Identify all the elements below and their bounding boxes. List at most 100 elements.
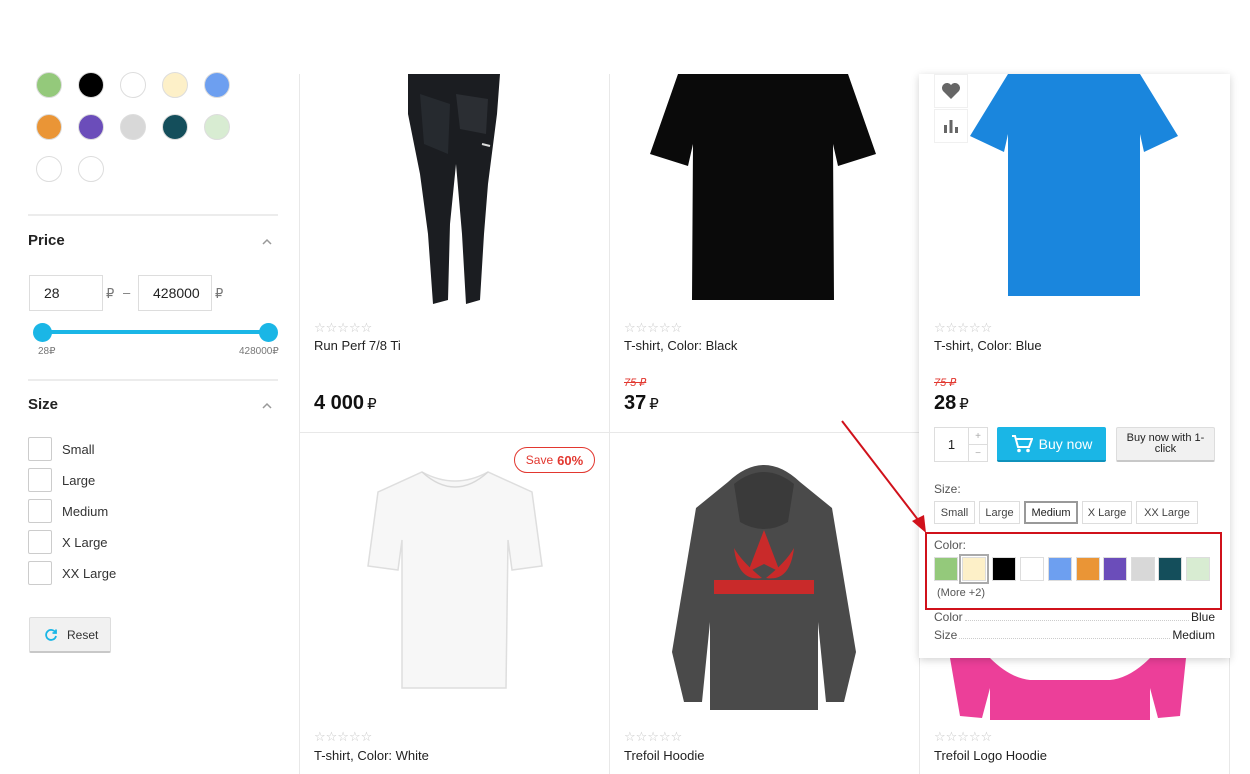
color-swatch[interactable] [36,72,62,98]
color-swatch[interactable] [78,114,104,140]
grid-divider [919,658,920,774]
color-swatch[interactable] [204,114,230,140]
product-name[interactable]: T-shirt, Color: Black [624,338,737,353]
badge-text: Save [525,453,554,467]
product-name[interactable]: T-shirt, Color: White [314,748,429,763]
product-name[interactable]: Trefoil Hoodie [624,748,704,763]
quantity-input[interactable]: 1 [935,428,969,461]
property-name: Size [934,628,958,642]
price-max-input[interactable]: 428000 [138,275,212,311]
price-slider-min-label: 28₽ [38,346,56,357]
compare-button[interactable] [934,109,968,143]
size-chip-medium[interactable]: Medium [1024,501,1078,524]
grid-divider [299,74,300,774]
price-slider-min-handle[interactable] [33,323,52,342]
property-name: Color [934,610,963,624]
size-option-xx-large[interactable]: XX Large [28,561,116,585]
quantity-stepper[interactable]: 1 + − [934,427,988,462]
size-option-large[interactable]: Large [28,468,95,492]
filter-sidebar: Price 28 ₽ – 428000 ₽ 28₽ 428000₽ Size S… [28,0,280,774]
reset-label: Reset [67,627,99,642]
size-chip-large[interactable]: Large [979,501,1020,524]
product-price: 28 ₽ [934,392,969,415]
color-swatch[interactable] [78,156,104,182]
size-option-label: XX Large [62,565,117,581]
property-row-size: Size Medium [934,628,1215,642]
price-slider-max-handle[interactable] [259,323,278,342]
color-swatch[interactable] [36,156,62,182]
color-swatch[interactable] [204,72,230,98]
product-image-black-tshirt[interactable] [648,74,878,302]
price-slider-max-label: 428000₽ [239,346,279,357]
size-filter-title[interactable]: Size [28,396,58,413]
rating-stars[interactable]: ☆☆☆☆☆ [624,320,682,336]
checkbox[interactable] [28,561,52,585]
checkbox[interactable] [28,499,52,523]
product-name[interactable]: Run Perf 7/8 Ti [314,338,401,353]
chevron-up-icon[interactable] [262,237,272,247]
size-option-medium[interactable]: Medium [28,499,108,523]
divider [28,214,278,216]
product-image-leggings[interactable] [400,74,510,306]
product-name[interactable]: Trefoil Logo Hoodie [934,748,1047,763]
size-chip-xx-large[interactable]: XX Large [1136,501,1198,524]
size-option-x-large[interactable]: X Large [28,530,108,554]
price-value: 37 [624,392,647,414]
color-swatch[interactable] [120,114,146,140]
price-min-input[interactable]: 28 [29,275,103,311]
product-price: 4 000 ₽ [314,392,377,415]
color-swatch[interactable] [162,72,188,98]
price-filter-title[interactable]: Price [28,232,65,249]
color-swatch[interactable] [36,114,62,140]
price-currency: ₽ [959,396,969,413]
size-option-label: X Large [62,534,108,550]
rating-stars[interactable]: ☆☆☆☆☆ [934,729,992,745]
currency-symbol: ₽ [215,286,224,301]
color-swatch[interactable] [120,72,146,98]
property-value: Medium [1172,628,1215,642]
buy-one-click-button[interactable]: Buy now with 1-click [1116,427,1215,462]
product-price: 37 ₽ [624,392,659,415]
product-image-trefoil-hoodie[interactable] [668,452,860,714]
price-value: 28 [934,392,957,414]
reset-button[interactable]: Reset [29,617,111,653]
grid-divider [609,74,610,774]
rating-stars[interactable]: ☆☆☆☆☆ [314,320,372,336]
range-dash: – [123,285,131,300]
rating-stars[interactable]: ☆☆☆☆☆ [314,729,372,745]
product-image-blue-tshirt[interactable] [968,74,1180,298]
discount-badge: Save 60% [514,447,595,473]
color-swatch[interactable] [162,114,188,140]
heart-icon [942,83,960,99]
price-value: 4 000 [314,392,365,414]
bar-chart-icon [944,120,958,133]
wishlist-button[interactable] [934,74,968,108]
color-swatch[interactable] [78,72,104,98]
rating-stars[interactable]: ☆☆☆☆☆ [934,320,992,336]
rating-stars[interactable]: ☆☆☆☆☆ [624,729,682,745]
property-value: Blue [1190,610,1215,624]
currency-symbol: ₽ [106,286,115,301]
annotation-highlight-box [925,532,1222,610]
size-chip-x-large[interactable]: X Large [1082,501,1132,524]
grid-divider [300,432,919,433]
price-currency: ₽ [649,396,659,413]
buy-now-button[interactable]: Buy now [997,427,1106,462]
price-slider-track[interactable] [41,330,268,334]
checkbox[interactable] [28,468,52,492]
checkbox[interactable] [28,530,52,554]
quantity-decrease-button[interactable]: − [969,445,987,461]
checkbox[interactable] [28,437,52,461]
size-option-small[interactable]: Small [28,437,95,461]
size-option-label: Medium [62,503,109,519]
size-chip-small[interactable]: Small [934,501,975,524]
chevron-up-icon[interactable] [262,401,272,411]
product-name[interactable]: T-shirt, Color: Blue [934,338,1042,353]
size-option-label: Large [62,472,96,488]
product-image-white-tshirt[interactable] [366,470,544,692]
old-price: 75 ₽ [934,377,957,389]
quantity-increase-button[interactable]: + [969,428,987,445]
badge-value: 60% [557,452,584,468]
product-image-trefoil-logo-hoodie[interactable] [950,658,1190,720]
cart-icon [1011,434,1033,452]
